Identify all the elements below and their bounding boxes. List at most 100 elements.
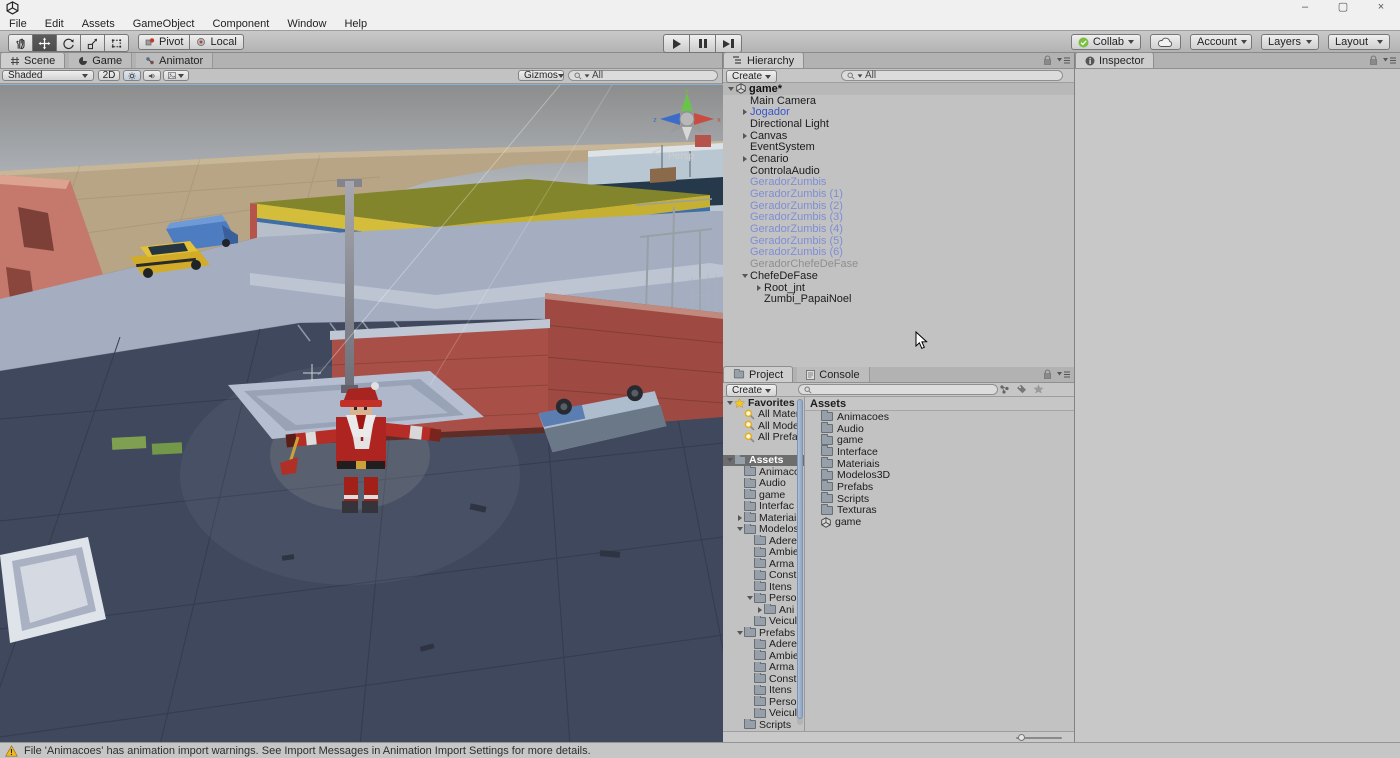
project-tree-item[interactable]: Adere: [723, 639, 804, 651]
scene-viewport[interactable]: y x z Persp: [0, 84, 723, 744]
rect-tool-button[interactable]: [104, 34, 129, 52]
search-by-type-icon[interactable]: [999, 384, 1010, 394]
hierarchy-item[interactable]: Zumbi_PapaiNoel: [723, 293, 1074, 305]
project-tree-item[interactable]: Audio: [723, 478, 804, 490]
gizmos-dropdown[interactable]: Gizmos: [518, 70, 564, 81]
project-tree-item[interactable]: Adere: [723, 535, 804, 547]
project-file-item[interactable]: Texturas: [805, 505, 1074, 517]
saved-search-star-icon[interactable]: [1033, 384, 1044, 394]
menu-file[interactable]: File: [0, 18, 36, 30]
hierarchy-item[interactable]: GeradorZumbis (2): [723, 200, 1074, 212]
collapse-arrow-icon[interactable]: [740, 133, 750, 139]
play-button[interactable]: [663, 34, 689, 53]
project-tree-item[interactable]: Arma: [723, 662, 804, 674]
project-tree-item[interactable]: Itens: [723, 685, 804, 697]
project-tree-item[interactable]: Modelos: [723, 524, 804, 536]
close-button[interactable]: ×: [1362, 0, 1400, 17]
hand-tool-button[interactable]: [8, 34, 32, 52]
account-dropdown[interactable]: Account: [1190, 34, 1252, 50]
hierarchy-scene-row[interactable]: game*: [723, 83, 1074, 95]
project-create-button[interactable]: Create: [726, 384, 777, 397]
project-tree-item[interactable]: All Mater: [723, 409, 804, 421]
scale-tool-button[interactable]: [80, 34, 104, 52]
tab-game[interactable]: Game: [69, 53, 132, 68]
project-file-item[interactable]: Modelos3D: [805, 469, 1074, 481]
hierarchy-item[interactable]: GeradorChefeDeFase: [723, 258, 1074, 270]
menu-component[interactable]: Component: [203, 18, 278, 30]
collapse-arrow-icon[interactable]: [740, 156, 750, 162]
project-tree-item[interactable]: Veicul: [723, 708, 804, 720]
project-tree-item[interactable]: Ani: [723, 604, 804, 616]
project-file-item[interactable]: Animacoes: [805, 411, 1074, 423]
expand-arrow-icon[interactable]: [726, 87, 736, 91]
2d-toggle-button[interactable]: 2D: [98, 70, 120, 81]
project-tree-item[interactable]: Veicul: [723, 616, 804, 628]
menu-gameobject[interactable]: GameObject: [124, 18, 204, 30]
shading-mode-dropdown[interactable]: Shaded: [2, 70, 94, 81]
menu-assets[interactable]: Assets: [73, 18, 124, 30]
project-tree-item[interactable]: All Mode: [723, 420, 804, 432]
hierarchy-item[interactable]: GeradorZumbis (3): [723, 212, 1074, 224]
hierarchy-item[interactable]: GeradorZumbis: [723, 177, 1074, 189]
maximize-button[interactable]: ▢: [1324, 0, 1362, 17]
tab-console[interactable]: Console: [797, 367, 869, 382]
hierarchy-item[interactable]: Cenario: [723, 153, 1074, 165]
project-tree-item[interactable]: Perso: [723, 696, 804, 708]
scene-search-field[interactable]: All: [568, 70, 718, 81]
project-tree-item[interactable]: game: [723, 489, 804, 501]
expand-arrow-icon[interactable]: [725, 458, 734, 462]
project-file-item[interactable]: Interface: [805, 446, 1074, 458]
hierarchy-item[interactable]: EventSystem: [723, 141, 1074, 153]
hierarchy-item[interactable]: Jogador: [723, 106, 1074, 118]
project-tree-item[interactable]: Const: [723, 673, 804, 685]
project-search-field[interactable]: [798, 384, 998, 395]
search-by-label-icon[interactable]: [1016, 384, 1027, 394]
hierarchy-item[interactable]: Directional Light: [723, 118, 1074, 130]
hierarchy-item[interactable]: ControlaAudio: [723, 165, 1074, 177]
project-tree-item[interactable]: Prefabs: [723, 627, 804, 639]
lock-icon[interactable]: [1043, 55, 1052, 66]
hierarchy-item[interactable]: ChefeDeFase: [723, 270, 1074, 282]
project-tree-item[interactable]: Ambie: [723, 547, 804, 559]
tab-hierarchy[interactable]: Hierarchy: [723, 52, 804, 68]
expand-arrow-icon[interactable]: [735, 631, 744, 635]
expand-arrow-icon[interactable]: [740, 274, 750, 278]
hierarchy-item[interactable]: GeradorZumbis (6): [723, 247, 1074, 259]
audio-toggle-button[interactable]: [143, 70, 161, 81]
tab-scene[interactable]: Scene: [0, 52, 65, 68]
lock-icon[interactable]: [1369, 55, 1378, 66]
tree-scrollbar-thumb[interactable]: [797, 399, 803, 719]
hierarchy-item[interactable]: Main Camera: [723, 95, 1074, 107]
menu-edit[interactable]: Edit: [36, 18, 73, 30]
hierarchy-search-field[interactable]: All: [841, 70, 1063, 81]
tab-inspector[interactable]: Inspector: [1075, 52, 1154, 68]
collapse-arrow-icon[interactable]: [755, 607, 764, 613]
tree-scrollbar[interactable]: [797, 399, 803, 725]
menu-help[interactable]: Help: [335, 18, 376, 30]
panel-menu-icon[interactable]: [1057, 56, 1070, 65]
project-tree-item[interactable]: Assets: [723, 455, 804, 467]
hierarchy-item[interactable]: GeradorZumbis (4): [723, 223, 1074, 235]
local-toggle-button[interactable]: Local: [189, 34, 243, 50]
step-button[interactable]: [715, 34, 742, 53]
project-tree-item[interactable]: Perso: [723, 593, 804, 605]
layout-dropdown[interactable]: Layout: [1328, 34, 1390, 50]
collapse-arrow-icon[interactable]: [754, 285, 764, 291]
pause-button[interactable]: [689, 34, 715, 53]
project-tree-item[interactable]: Const: [723, 570, 804, 582]
hierarchy-item[interactable]: Root_jnt: [723, 282, 1074, 294]
zoom-slider-knob[interactable]: [1018, 734, 1025, 741]
move-tool-button[interactable]: [32, 34, 56, 52]
status-bar[interactable]: ! File 'Animacoes' has animation import …: [0, 742, 1400, 758]
layers-dropdown[interactable]: Layers: [1261, 34, 1319, 50]
project-tree-item[interactable]: Arma: [723, 558, 804, 570]
panel-menu-icon[interactable]: [1057, 370, 1070, 379]
project-tree-item[interactable]: Materiais: [723, 512, 804, 524]
collapse-arrow-icon[interactable]: [740, 109, 750, 115]
project-file-item[interactable]: game: [805, 434, 1074, 446]
hierarchy-item[interactable]: GeradorZumbis (1): [723, 188, 1074, 200]
project-file-item[interactable]: Prefabs: [805, 481, 1074, 493]
project-tree-item[interactable]: Ambie: [723, 650, 804, 662]
hierarchy-item[interactable]: Canvas: [723, 130, 1074, 142]
project-tree-item[interactable]: Interfac: [723, 501, 804, 513]
